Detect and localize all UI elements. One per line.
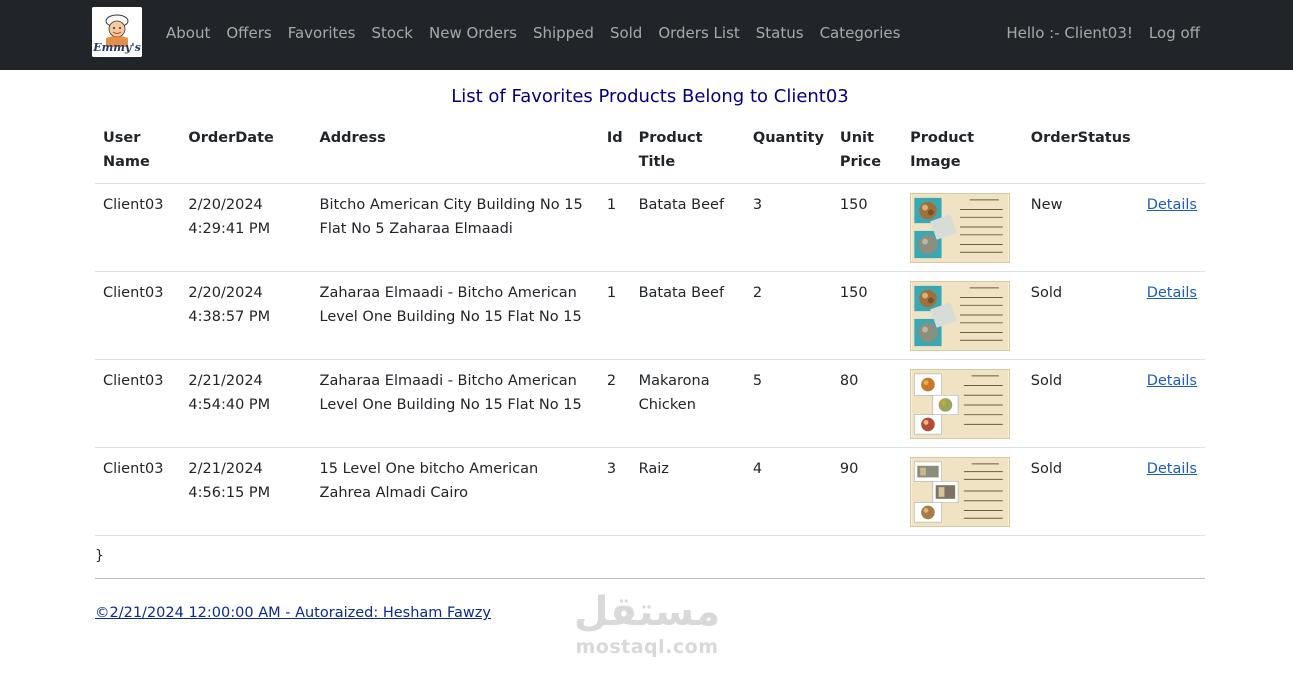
nav-link-orders-list[interactable]: Orders List [650,24,747,42]
table-row: Client03 2/21/2024 4:54:40 PM Zaharaa Elm… [95,359,1205,448]
stray-brace-text: } [95,548,104,564]
cell-user: Client03 [95,271,181,360]
watermark-arabic-text: مستقل [573,589,721,635]
product-menu-image [910,457,1011,527]
table-row: Client03 2/20/2024 4:29:41 PM Bitcho Amer… [95,183,1205,272]
cell-order-date: 2/21/2024 4:54:40 PM [180,359,312,448]
header-address: Address [311,116,599,184]
cell-order-date: 2/21/2024 4:56:15 PM [180,447,312,536]
header-id: Id [598,116,631,184]
table-header-row: User Name OrderDate Address Id Product Ti… [95,116,1205,184]
table-row: Client03 2/20/2024 4:38:57 PM Zaharaa Elm… [95,271,1205,360]
header-user-name: User Name [95,116,181,184]
nav-link-sold[interactable]: Sold [602,24,650,42]
cell-product-image [902,359,1023,448]
header-order-status: OrderStatus [1022,116,1139,184]
page-title: List of Favorites Products Belong to Cli… [451,86,849,107]
cell-product-image [902,271,1023,360]
header-unit-price: Unit Price [831,116,903,184]
footer-copyright-link[interactable]: ©2/21/2024 12:00:00 AM - Autoraized: Hes… [95,605,491,621]
cell-id: 1 [598,271,631,360]
table-row: Client03 2/21/2024 4:56:15 PM 15 Level On… [95,447,1205,536]
cell-unit-price: 150 [831,183,903,272]
cell-address: Bitcho American City Building No 15 Flat… [311,183,599,272]
cell-product-title: Raiz [630,447,745,536]
cell-order-status: Sold [1022,447,1139,536]
cell-product-title: Batata Beef [630,271,745,360]
header-order-date: OrderDate [180,116,312,184]
nav-link-categories[interactable]: Categories [812,24,909,42]
cell-order-date: 2/20/2024 4:38:57 PM [180,271,312,360]
cell-quantity: 2 [744,271,832,360]
cell-order-status: Sold [1022,359,1139,448]
cell-address: 15 Level One bitcho American Zahrea Alma… [311,447,599,536]
cell-product-image [902,183,1023,272]
cell-user: Client03 [95,447,181,536]
cell-quantity: 5 [744,359,832,448]
cell-user: Client03 [95,359,181,448]
cell-product-image [902,447,1023,536]
nav-link-shipped[interactable]: Shipped [525,24,602,42]
details-link[interactable]: Details [1147,461,1197,477]
cell-user: Client03 [95,183,181,272]
cell-quantity: 4 [744,447,832,536]
cell-address: Zaharaa Elmaadi - Bitcho American Level … [311,359,599,448]
details-link[interactable]: Details [1147,285,1197,301]
brand-logo[interactable]: Emmy's [92,7,142,57]
header-actions [1138,116,1205,184]
cell-quantity: 3 [744,183,832,272]
nav-link-about[interactable]: About [158,24,218,42]
user-nav: Hello :- Client03! Log off [998,0,1208,66]
nav-link-favorites[interactable]: Favorites [280,24,364,42]
nav-link-new-orders[interactable]: New Orders [421,24,525,42]
details-link[interactable]: Details [1147,373,1197,389]
cell-order-status: Sold [1022,271,1139,360]
cell-order-status: New [1022,183,1139,272]
cell-id: 2 [598,359,631,448]
chef-logo-icon: Emmy's [92,7,142,57]
header-quantity: Quantity [744,116,832,184]
details-link[interactable]: Details [1147,197,1197,213]
watermark: مستقل mostaql.com [566,588,728,666]
cell-unit-price: 80 [831,359,903,448]
nav-link-status[interactable]: Status [748,24,812,42]
cell-id: 1 [598,183,631,272]
cell-product-title: Makarona Chicken [630,359,745,448]
product-menu-image [910,193,1011,263]
cell-unit-price: 90 [831,447,903,536]
product-menu-image [910,369,1011,439]
cell-actions: Details [1138,359,1205,448]
cell-address: Zaharaa Elmaadi - Bitcho American Level … [311,271,599,360]
cell-actions: Details [1138,183,1205,272]
header-product-title: Product Title [630,116,745,184]
logoff-link[interactable]: Log off [1141,24,1208,42]
nav-link-stock[interactable]: Stock [363,24,421,42]
cell-unit-price: 150 [831,271,903,360]
product-menu-image [910,281,1011,351]
user-greeting-link[interactable]: Hello :- Client03! [998,24,1141,42]
cell-id: 3 [598,447,631,536]
watermark-latin-text: mostaql.com [575,636,719,658]
nav-link-offers[interactable]: Offers [218,24,279,42]
top-navbar: Emmy's About Offers Favorites Stock New … [0,0,1293,70]
footer-divider [95,578,1205,579]
cell-actions: Details [1138,447,1205,536]
cell-product-title: Batata Beef [630,183,745,272]
cell-actions: Details [1138,271,1205,360]
favorites-table: User Name OrderDate Address Id Product Ti… [95,116,1205,536]
brand-logo-text: Emmy's [92,41,141,54]
main-nav: About Offers Favorites Stock New Orders … [158,0,908,66]
header-product-image: Product Image [902,116,1023,184]
cell-order-date: 2/20/2024 4:29:41 PM [180,183,312,272]
